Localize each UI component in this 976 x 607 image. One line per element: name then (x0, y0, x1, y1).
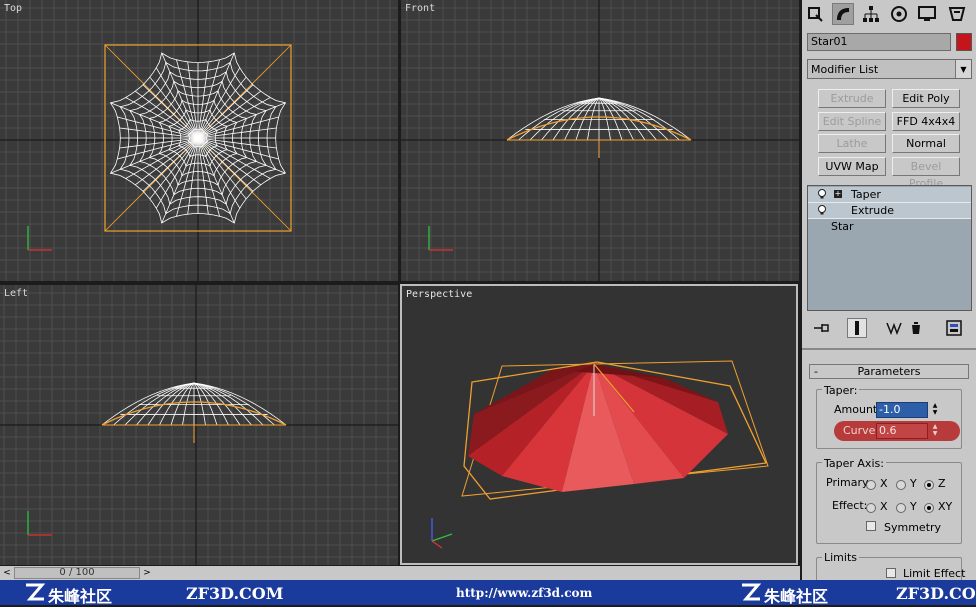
chevron-down-icon[interactable]: ▼ (955, 60, 971, 78)
viewport-label-top[interactable]: Top (4, 3, 22, 14)
effect-y-radio[interactable] (896, 503, 906, 513)
watermark-banner: 朱峰社区 ZF3D.COM http://www.zf3d.com 朱峰社区 Z… (0, 580, 976, 606)
curve-label: Curve: (843, 424, 880, 437)
lightbulb-icon[interactable] (818, 205, 826, 215)
panel-divider (802, 348, 976, 350)
axis-tripod (428, 226, 453, 251)
modify-icon[interactable] (832, 3, 854, 25)
symmetry-checkbox[interactable] (866, 521, 876, 531)
stack-toolbar (802, 314, 976, 342)
primary-x-label: X (880, 477, 888, 490)
object-color-swatch[interactable] (956, 33, 972, 51)
left-viewport-canvas (0, 285, 398, 565)
expand-plus-icon[interactable]: + (834, 190, 842, 198)
create-icon[interactable] (804, 3, 826, 25)
motion-icon[interactable] (888, 3, 910, 25)
brand-text: 朱峰社区 (48, 587, 113, 606)
modifier-button-lathe[interactable]: Lathe (818, 134, 886, 153)
effect-y-label: Y (910, 500, 917, 513)
viewport-left[interactable]: Left (0, 285, 398, 565)
show-end-result-icon[interactable] (847, 318, 867, 338)
hierarchy-icon[interactable] (860, 3, 882, 25)
modifier-stack[interactable]: + Taper Extrude Star (807, 185, 972, 311)
limit-effect-checkbox[interactable] (886, 568, 896, 578)
effect-xy-radio[interactable] (924, 503, 934, 513)
taper-group-title: Taper: (822, 384, 860, 397)
parameters-title-text: Parameters (857, 365, 921, 378)
collapse-minus-icon[interactable]: - (814, 365, 818, 378)
stack-item-label: Extrude (851, 204, 895, 217)
stack-item-label: Star (831, 220, 854, 233)
amount-spinner-field[interactable]: -1.0 (876, 402, 928, 418)
remove-modifier-icon[interactable] (906, 318, 926, 338)
site-text: ZF3D.COM (896, 584, 976, 603)
amount-label: Amount: (834, 403, 881, 416)
primary-y-radio[interactable] (896, 480, 906, 490)
symmetry-label: Symmetry (884, 521, 942, 534)
umbrella-mesh (468, 364, 728, 492)
modifier-list-dropdown[interactable]: Modifier List ▼ (807, 59, 972, 79)
viewport-front[interactable]: Front (401, 0, 799, 281)
stack-item-extrude[interactable]: Extrude (808, 203, 971, 219)
primary-x-radio[interactable] (866, 480, 876, 490)
modifier-button-edit-poly[interactable]: Edit Poly (892, 89, 960, 108)
utilities-icon[interactable] (946, 3, 968, 25)
viewport-perspective[interactable]: Perspective (400, 284, 798, 565)
object-name-field[interactable]: Star01 (807, 33, 951, 51)
zf-logo-icon (26, 583, 46, 601)
taper-axis-title: Taper Axis: (822, 457, 886, 470)
axis-tripod (27, 226, 52, 251)
modifier-button-normal[interactable]: Normal (892, 134, 960, 153)
viewport-label-left[interactable]: Left (4, 288, 28, 299)
viewport-label-perspective[interactable]: Perspective (406, 289, 472, 300)
curve-spinner-arrows[interactable]: ▲ ▼ (930, 423, 940, 439)
limits-group-title: Limits (822, 551, 859, 564)
primary-y-label: Y (910, 477, 917, 490)
site-text: ZF3D.COM (186, 584, 284, 603)
modifier-button-uvw-map[interactable]: UVW Map (818, 157, 886, 176)
url-text[interactable]: http://www.zf3d.com (456, 586, 592, 600)
make-unique-icon[interactable] (884, 318, 904, 338)
stack-item-star[interactable]: Star (808, 219, 971, 234)
perspective-viewport-canvas (431, 360, 769, 549)
modifier-button-edit-spline[interactable]: Edit Spline (818, 112, 886, 131)
modifier-button-extrude[interactable]: Extrude (818, 89, 886, 108)
brand-text: 朱峰社区 (764, 587, 829, 606)
time-next-button[interactable]: > (140, 566, 154, 580)
effect-x-label: X (880, 500, 888, 513)
effect-x-radio[interactable] (866, 503, 876, 513)
time-slider[interactable]: 0 / 100 (14, 567, 140, 579)
stack-item-taper[interactable]: + Taper (808, 187, 971, 203)
primary-z-radio[interactable] (924, 480, 934, 490)
modifier-button-ffd[interactable]: FFD 4x4x4 (892, 112, 960, 131)
viewport-label-front[interactable]: Front (405, 3, 435, 14)
viewport-top[interactable]: Top (0, 0, 398, 281)
effect-label: Effect: (832, 499, 868, 512)
configure-modifier-sets-icon[interactable] (944, 318, 964, 338)
top-viewport-canvas (0, 0, 398, 281)
display-icon[interactable] (916, 3, 938, 25)
curve-spinner-field[interactable]: 0.6 (876, 423, 928, 439)
time-prev-button[interactable]: < (0, 566, 14, 580)
front-viewport-canvas (401, 0, 799, 281)
modifier-list-label: Modifier List (811, 63, 879, 76)
parameters-rollout-title[interactable]: - Parameters (809, 364, 969, 379)
primary-z-label: Z (938, 477, 946, 490)
zf-logo-icon (742, 583, 762, 601)
pin-stack-icon[interactable] (812, 318, 832, 338)
command-panel-tabs (802, 0, 976, 30)
stack-item-label: Taper (851, 188, 881, 201)
effect-xy-label: XY (938, 500, 953, 513)
amount-spinner-arrows[interactable]: ▲ ▼ (930, 402, 940, 418)
modifier-button-bevel-profile[interactable]: Bevel Profile (892, 157, 960, 190)
wireframe-top (109, 52, 287, 224)
axis-tripod (431, 518, 453, 549)
primary-label: Primary: (826, 476, 872, 489)
limit-effect-label: Limit Effect (903, 567, 966, 580)
time-slider-bar: < 0 / 100 > (0, 566, 800, 580)
lightbulb-icon[interactable] (818, 189, 826, 199)
